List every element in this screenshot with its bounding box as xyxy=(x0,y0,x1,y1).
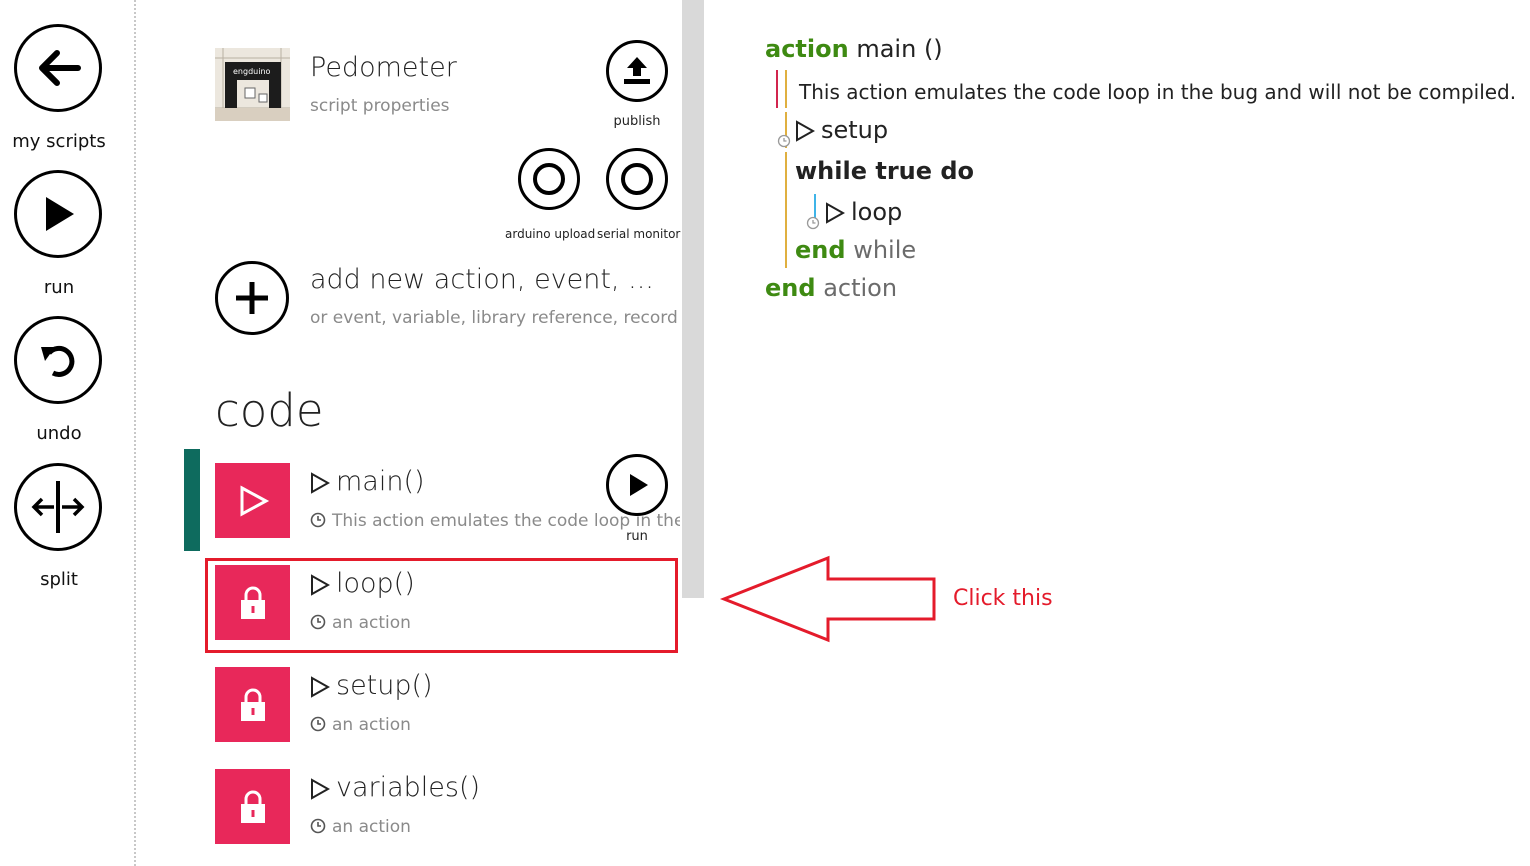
clock-icon xyxy=(310,614,326,630)
plus-icon xyxy=(236,282,268,314)
script-properties-link[interactable]: script properties xyxy=(310,96,450,116)
selection-indicator xyxy=(184,449,200,551)
script-thumbnail[interactable]: engduino xyxy=(215,48,290,121)
code-line-action-header[interactable]: action main () xyxy=(765,35,943,63)
back-arrow-icon xyxy=(39,50,81,86)
action-tile xyxy=(215,463,290,538)
annotation-text: Click this xyxy=(953,586,1053,611)
thumbnail-text: engduino xyxy=(233,67,271,76)
upload-icon xyxy=(624,57,650,84)
scrollbar[interactable] xyxy=(682,0,704,598)
run-button[interactable] xyxy=(14,170,102,258)
split-icon xyxy=(31,481,85,533)
add-new-button[interactable] xyxy=(215,261,289,335)
publish-button[interactable] xyxy=(606,40,668,102)
my-scripts-label: my scripts xyxy=(12,131,106,152)
clock-icon xyxy=(310,716,326,732)
action-item-variables[interactable]: variables() an action xyxy=(215,769,680,845)
run-label: run xyxy=(43,277,75,298)
serial-monitor-label: serial monitor xyxy=(597,227,681,241)
triangle-icon xyxy=(826,202,845,224)
keyword-action: action xyxy=(765,35,849,63)
action-name-main: main() xyxy=(336,466,425,497)
clock-icon xyxy=(310,818,326,834)
action-desc-variables: an action xyxy=(332,817,411,837)
action-item-setup[interactable]: setup() an action xyxy=(215,667,680,743)
run-main-label: run xyxy=(626,529,648,544)
run-main-button[interactable] xyxy=(606,454,668,516)
code-line-end-action[interactable]: end action xyxy=(765,274,897,302)
arduino-upload-button[interactable] xyxy=(518,148,580,210)
clock-icon xyxy=(777,134,791,148)
action-tile xyxy=(215,565,290,640)
split-button[interactable] xyxy=(14,463,102,551)
toolbar-divider xyxy=(134,0,136,866)
triangle-icon xyxy=(311,675,330,698)
undo-icon xyxy=(41,345,75,377)
play-icon xyxy=(46,197,74,231)
code-line-comment[interactable]: This action emulates the code loop in th… xyxy=(799,80,1516,104)
triangle-icon xyxy=(796,120,815,142)
end-action-text: action xyxy=(823,274,898,302)
script-title[interactable]: Pedometer xyxy=(310,52,457,83)
undo-button[interactable] xyxy=(14,316,102,404)
comment-bar xyxy=(776,70,778,108)
lock-icon xyxy=(240,688,265,721)
action-desc-loop: an action xyxy=(332,613,411,633)
my-scripts-button[interactable] xyxy=(14,24,102,112)
split-label: split xyxy=(40,569,78,590)
action-name-variables: variables() xyxy=(336,772,481,803)
action-tile xyxy=(215,769,290,844)
circle-icon xyxy=(533,163,565,195)
code-line-call-loop[interactable]: loop xyxy=(825,198,902,226)
action-item-loop[interactable]: loop() an action xyxy=(215,565,680,641)
serial-monitor-button[interactable] xyxy=(606,148,668,210)
action-name-loop: loop() xyxy=(336,568,415,599)
code-heading: code xyxy=(215,384,324,437)
code-line-call-setup[interactable]: setup xyxy=(795,116,888,144)
play-outline-icon xyxy=(240,484,269,517)
clock-icon xyxy=(806,216,820,230)
code-line-end-while[interactable]: end while xyxy=(795,236,916,264)
publish-label: publish xyxy=(613,114,661,129)
add-new-subtitle: or event, variable, library reference, r… xyxy=(310,308,678,328)
annotation-arrow-icon xyxy=(719,555,936,643)
triangle-icon xyxy=(311,471,330,494)
clock-icon xyxy=(310,512,326,528)
action-signature: main () xyxy=(856,35,943,63)
keyword-end: end xyxy=(765,274,816,302)
triangle-icon xyxy=(311,573,330,596)
add-new-title[interactable]: add new action, event, ... xyxy=(310,264,654,295)
undo-label: undo xyxy=(36,423,82,444)
end-while-text: while xyxy=(853,236,917,264)
action-tile xyxy=(215,667,290,742)
play-icon xyxy=(630,474,648,496)
circle-icon xyxy=(621,163,653,195)
call-setup-text: setup xyxy=(821,116,889,144)
lock-icon xyxy=(240,790,265,823)
lock-icon xyxy=(240,586,265,619)
while-block-bar xyxy=(785,152,787,268)
action-desc-setup: an action xyxy=(332,715,411,735)
triangle-icon xyxy=(311,777,330,800)
keyword-end: end xyxy=(795,236,846,264)
arduino-upload-label: arduino upload xyxy=(505,227,596,241)
call-loop-text: loop xyxy=(851,198,903,226)
code-line-while[interactable]: while true do xyxy=(795,157,974,185)
block-bar xyxy=(785,70,787,108)
action-name-setup: setup() xyxy=(336,670,433,701)
